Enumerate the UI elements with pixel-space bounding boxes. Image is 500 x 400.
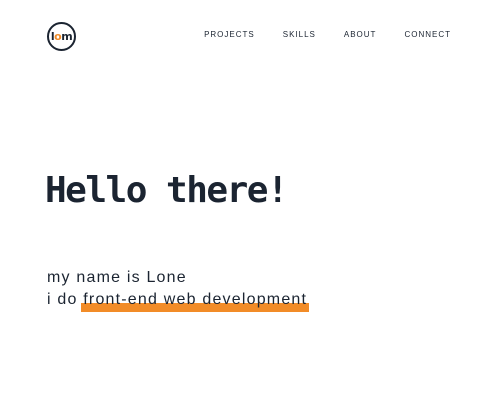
role-highlight: front-end web development [81, 289, 310, 312]
nav-projects[interactable]: PROJECTS [204, 30, 255, 39]
nav-connect[interactable]: CONNECT [404, 30, 451, 39]
logo-icon: lom [51, 30, 73, 43]
page: lom PROJECTS SKILLS ABOUT CONNECT Hello … [0, 0, 500, 400]
hero-headline: Hello there! [45, 170, 289, 211]
intro-line-name: my name is Lone [47, 269, 187, 286]
intro-role-prefix: i do [47, 291, 78, 308]
logo-letter-m: m [61, 30, 73, 43]
nav-skills[interactable]: SKILLS [283, 30, 316, 39]
intro-line-role: i do front-end web development [47, 289, 310, 312]
main-nav: PROJECTS SKILLS ABOUT CONNECT [204, 30, 451, 39]
nav-about[interactable]: ABOUT [344, 30, 377, 39]
logo-link[interactable]: lom [47, 22, 76, 51]
hero-intro: my name is Lone i do front-end web devel… [47, 267, 310, 312]
role-highlight-text: front-end web development [83, 291, 308, 308]
